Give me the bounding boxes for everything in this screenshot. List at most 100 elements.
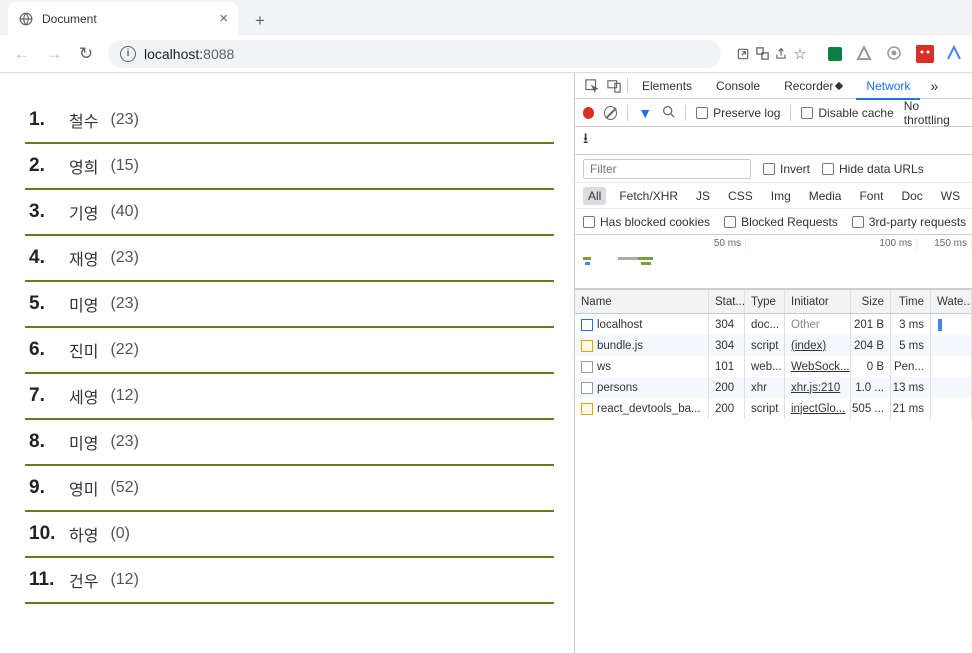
- devtools-panel: Elements Console Recorder Network » ▼ Pr…: [574, 73, 972, 653]
- tab-recorder[interactable]: Recorder: [774, 73, 852, 99]
- throttling-select[interactable]: No throttling: [904, 99, 964, 127]
- type-filter-media[interactable]: Media: [804, 187, 847, 205]
- tab-console[interactable]: Console: [706, 73, 770, 99]
- list-number: 6.: [29, 339, 57, 361]
- blocked-requests-checkbox[interactable]: Blocked Requests: [724, 215, 838, 229]
- list-name: 세영: [69, 384, 98, 408]
- ext-circle-icon[interactable]: [886, 45, 904, 63]
- row-initiator[interactable]: injectGlo...: [791, 403, 845, 415]
- row-initiator[interactable]: xhr.js:210: [791, 382, 840, 394]
- header-type[interactable]: Type: [745, 290, 785, 313]
- browser-tab[interactable]: Document ×: [8, 2, 238, 35]
- list-count: (23): [110, 295, 138, 313]
- list-item: 4.재영(23): [25, 236, 554, 282]
- row-type: xhr: [745, 377, 785, 398]
- forward-button[interactable]: →: [40, 40, 68, 68]
- preserve-log-checkbox[interactable]: Preserve log: [696, 106, 780, 120]
- row-time: 3 ms: [891, 314, 931, 335]
- ext-red-icon[interactable]: [916, 45, 934, 63]
- translate-icon[interactable]: [754, 46, 770, 62]
- ext-blue-icon[interactable]: [946, 45, 964, 63]
- filter-toggle-icon[interactable]: ▼: [638, 105, 652, 121]
- tab-elements[interactable]: Elements: [632, 73, 702, 99]
- list-number: 5.: [29, 293, 57, 315]
- back-button[interactable]: ←: [8, 40, 36, 68]
- header-status[interactable]: Stat...: [709, 290, 745, 313]
- row-status: 304: [709, 335, 745, 356]
- device-icon[interactable]: [605, 77, 623, 95]
- new-tab-button[interactable]: +: [246, 7, 274, 35]
- row-status: 101: [709, 356, 745, 377]
- network-row[interactable]: ws101web...WebSock...0 BPen...: [575, 356, 972, 377]
- tabs-bar: Document × +: [0, 0, 972, 35]
- row-initiator[interactable]: Other: [791, 319, 820, 331]
- network-timeline[interactable]: 50 ms 100 ms 150 ms: [575, 235, 972, 289]
- ext-green-icon[interactable]: [826, 45, 844, 63]
- ext-gray-icon[interactable]: [856, 45, 874, 63]
- inspect-icon[interactable]: [583, 77, 601, 95]
- type-filter-img[interactable]: Img: [766, 187, 796, 205]
- type-filter-row: AllFetch/XHRJSCSSImgMediaFontDocWSWasmMa…: [575, 183, 972, 209]
- row-initiator[interactable]: WebSock...: [791, 361, 850, 373]
- bookmark-icon[interactable]: ☆: [792, 46, 808, 62]
- type-filter-js[interactable]: JS: [691, 187, 715, 205]
- list-name: 미영: [69, 430, 98, 454]
- more-tabs-icon[interactable]: »: [924, 78, 944, 94]
- address-bar[interactable]: i localhost:8088: [108, 40, 721, 68]
- list-number: 11.: [29, 569, 57, 591]
- type-filter-css[interactable]: CSS: [723, 187, 758, 205]
- network-row[interactable]: persons200xhrxhr.js:2101.0 ...13 ms: [575, 377, 972, 398]
- row-name: persons: [597, 382, 638, 394]
- invert-checkbox[interactable]: Invert: [763, 162, 810, 176]
- header-waterfall[interactable]: Wate...: [931, 290, 972, 313]
- clear-button[interactable]: [604, 106, 617, 120]
- tab-network[interactable]: Network: [856, 73, 920, 99]
- list-item: 6.진미(22): [25, 328, 554, 374]
- close-tab-icon[interactable]: ×: [219, 10, 228, 27]
- network-row[interactable]: bundle.js304script(index)204 B5 ms: [575, 335, 972, 356]
- list-count: (23): [110, 249, 138, 267]
- browser-toolbar: ← → ↻ i localhost:8088 ☆: [0, 35, 972, 72]
- row-name: react_devtools_ba...: [597, 403, 701, 415]
- third-party-checkbox[interactable]: 3rd-party requests: [852, 215, 966, 229]
- list-number: 8.: [29, 431, 57, 453]
- blocked-cookies-checkbox[interactable]: Has blocked cookies: [583, 215, 710, 229]
- search-icon[interactable]: [662, 105, 675, 121]
- type-filter-doc[interactable]: Doc: [896, 187, 927, 205]
- hide-urls-checkbox[interactable]: Hide data URLs: [822, 162, 924, 176]
- header-time[interactable]: Time: [891, 290, 931, 313]
- list-count: (23): [110, 111, 138, 129]
- devtools-tabs: Elements Console Recorder Network »: [575, 73, 972, 99]
- header-name[interactable]: Name: [575, 290, 709, 313]
- disable-cache-checkbox[interactable]: Disable cache: [801, 106, 893, 120]
- header-size[interactable]: Size: [851, 290, 891, 313]
- row-name: bundle.js: [597, 340, 643, 352]
- record-button[interactable]: [583, 107, 594, 119]
- share-icon[interactable]: [773, 46, 789, 62]
- download-icon[interactable]: ⭳: [583, 128, 588, 153]
- row-waterfall: [931, 314, 972, 335]
- list-name: 건우: [69, 568, 98, 592]
- type-filter-fetch-xhr[interactable]: Fetch/XHR: [614, 187, 683, 205]
- row-type: doc...: [745, 314, 785, 335]
- tick-50: 50 ms: [575, 238, 746, 250]
- site-info-icon[interactable]: i: [120, 46, 136, 62]
- row-waterfall: [931, 398, 972, 419]
- list-number: 9.: [29, 477, 57, 499]
- header-initiator[interactable]: Initiator: [785, 290, 851, 313]
- download-har-row: ⭳: [575, 127, 972, 155]
- filter-row: Invert Hide data URLs: [575, 155, 972, 183]
- address-icons: ☆: [729, 46, 814, 62]
- type-filter-ws[interactable]: WS: [936, 187, 965, 205]
- network-row[interactable]: react_devtools_ba...200scriptinjectGlo..…: [575, 398, 972, 419]
- row-initiator[interactable]: (index): [791, 340, 826, 352]
- type-filter-font[interactable]: Font: [854, 187, 888, 205]
- tick-150: 150 ms: [917, 238, 972, 250]
- row-size: 201 B: [851, 314, 891, 335]
- network-row[interactable]: localhost304doc...Other201 B3 ms: [575, 314, 972, 335]
- open-new-icon[interactable]: [735, 46, 751, 62]
- row-size: 204 B: [851, 335, 891, 356]
- filter-input[interactable]: [583, 159, 751, 179]
- reload-button[interactable]: ↻: [72, 40, 100, 68]
- type-filter-all[interactable]: All: [583, 187, 606, 205]
